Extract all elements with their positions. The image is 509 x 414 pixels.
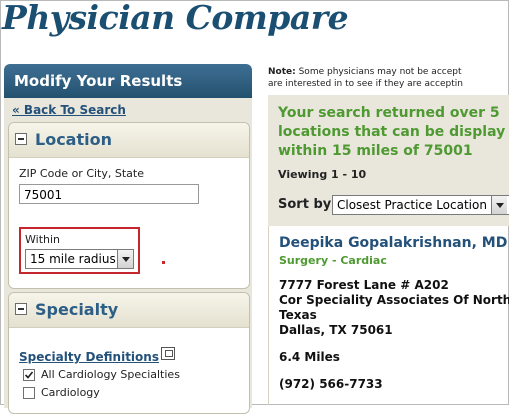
- note-line1: Some physicians may not be accept: [295, 67, 462, 77]
- annotation-dot: [162, 261, 165, 264]
- address-line: Cor Speciality Associates Of North: [279, 293, 509, 307]
- all-cardiology-checkbox[interactable]: [23, 369, 35, 381]
- zip-input[interactable]: 75001: [19, 184, 199, 204]
- address-line: Dallas, TX 75061: [279, 323, 393, 337]
- sort-select-value: Closest Practice Location: [337, 198, 487, 212]
- viewing-range: Viewing 1 - 10: [278, 168, 367, 181]
- note-bold: Note:: [268, 67, 296, 77]
- physician-specialty: Surgery - Cardiac: [279, 254, 387, 267]
- collapse-icon[interactable]: [15, 133, 27, 145]
- result-message-line3: within 15 miles of 75001: [278, 143, 473, 159]
- result-message-line2: locations that can be display: [278, 124, 506, 140]
- location-section: Location ZIP Code or City, State 75001 W…: [8, 122, 250, 289]
- page-title: Physician Compare: [2, 0, 349, 37]
- within-highlight: Within 15 mile radius: [19, 227, 140, 274]
- result-card: Deepika Gopalakrishnan, MD Surgery - Car…: [268, 226, 509, 405]
- cardiology-checkbox[interactable]: [23, 387, 35, 399]
- result-message-line1: Your search returned over 5: [278, 105, 500, 121]
- modify-results-panel: Modify Your Results « Back To Search Loc…: [4, 64, 252, 414]
- note-line2: are interested in to see if they are acc…: [268, 79, 463, 89]
- chevron-down-icon[interactable]: [117, 250, 133, 268]
- note-text: Note: Some physicians may not be accept …: [268, 66, 508, 90]
- specialty-definitions-link[interactable]: Specialty Definitions: [19, 350, 159, 364]
- cardiology-label: Cardiology: [41, 386, 100, 399]
- sort-label: Sort by: [278, 197, 332, 212]
- modify-results-body: « Back To Search Location ZIP Code or Ci…: [4, 98, 252, 414]
- distance: 6.4 Miles: [279, 350, 340, 364]
- modify-results-header: Modify Your Results: [4, 64, 252, 98]
- all-cardiology-label: All Cardiology Specialties: [41, 368, 180, 381]
- within-label: Within: [25, 233, 61, 246]
- back-to-search-link[interactable]: « Back To Search: [12, 103, 126, 117]
- physician-name-link[interactable]: Deepika Gopalakrishnan, MD: [279, 235, 507, 251]
- location-title: Location: [35, 130, 112, 149]
- sort-select[interactable]: Closest Practice Location: [332, 195, 509, 215]
- zip-label: ZIP Code or City, State: [19, 167, 144, 180]
- checkmark-icon: [24, 371, 34, 379]
- chevron-down-icon[interactable]: [491, 196, 507, 214]
- location-header[interactable]: Location: [9, 123, 249, 158]
- specialty-header[interactable]: Specialty: [9, 293, 249, 328]
- collapse-icon[interactable]: [15, 303, 27, 315]
- address-line: 7777 Forest Lane # A202: [279, 278, 449, 292]
- address-line: Texas: [279, 308, 317, 322]
- specialty-section: Specialty Specialty Definitions All Card…: [8, 292, 250, 414]
- radius-select-value: 15 mile radius: [30, 252, 116, 266]
- practice-address: 7777 Forest Lane # A202 Cor Speciality A…: [279, 278, 509, 338]
- radius-select[interactable]: 15 mile radius: [25, 249, 134, 269]
- results-summary: Your search returned over 5 locations th…: [268, 95, 509, 226]
- result-message: Your search returned over 5 locations th…: [278, 104, 509, 161]
- specialty-title: Specialty: [35, 300, 119, 319]
- popup-window-icon[interactable]: [161, 347, 175, 360]
- phone-number: (972) 566-7733: [279, 377, 383, 391]
